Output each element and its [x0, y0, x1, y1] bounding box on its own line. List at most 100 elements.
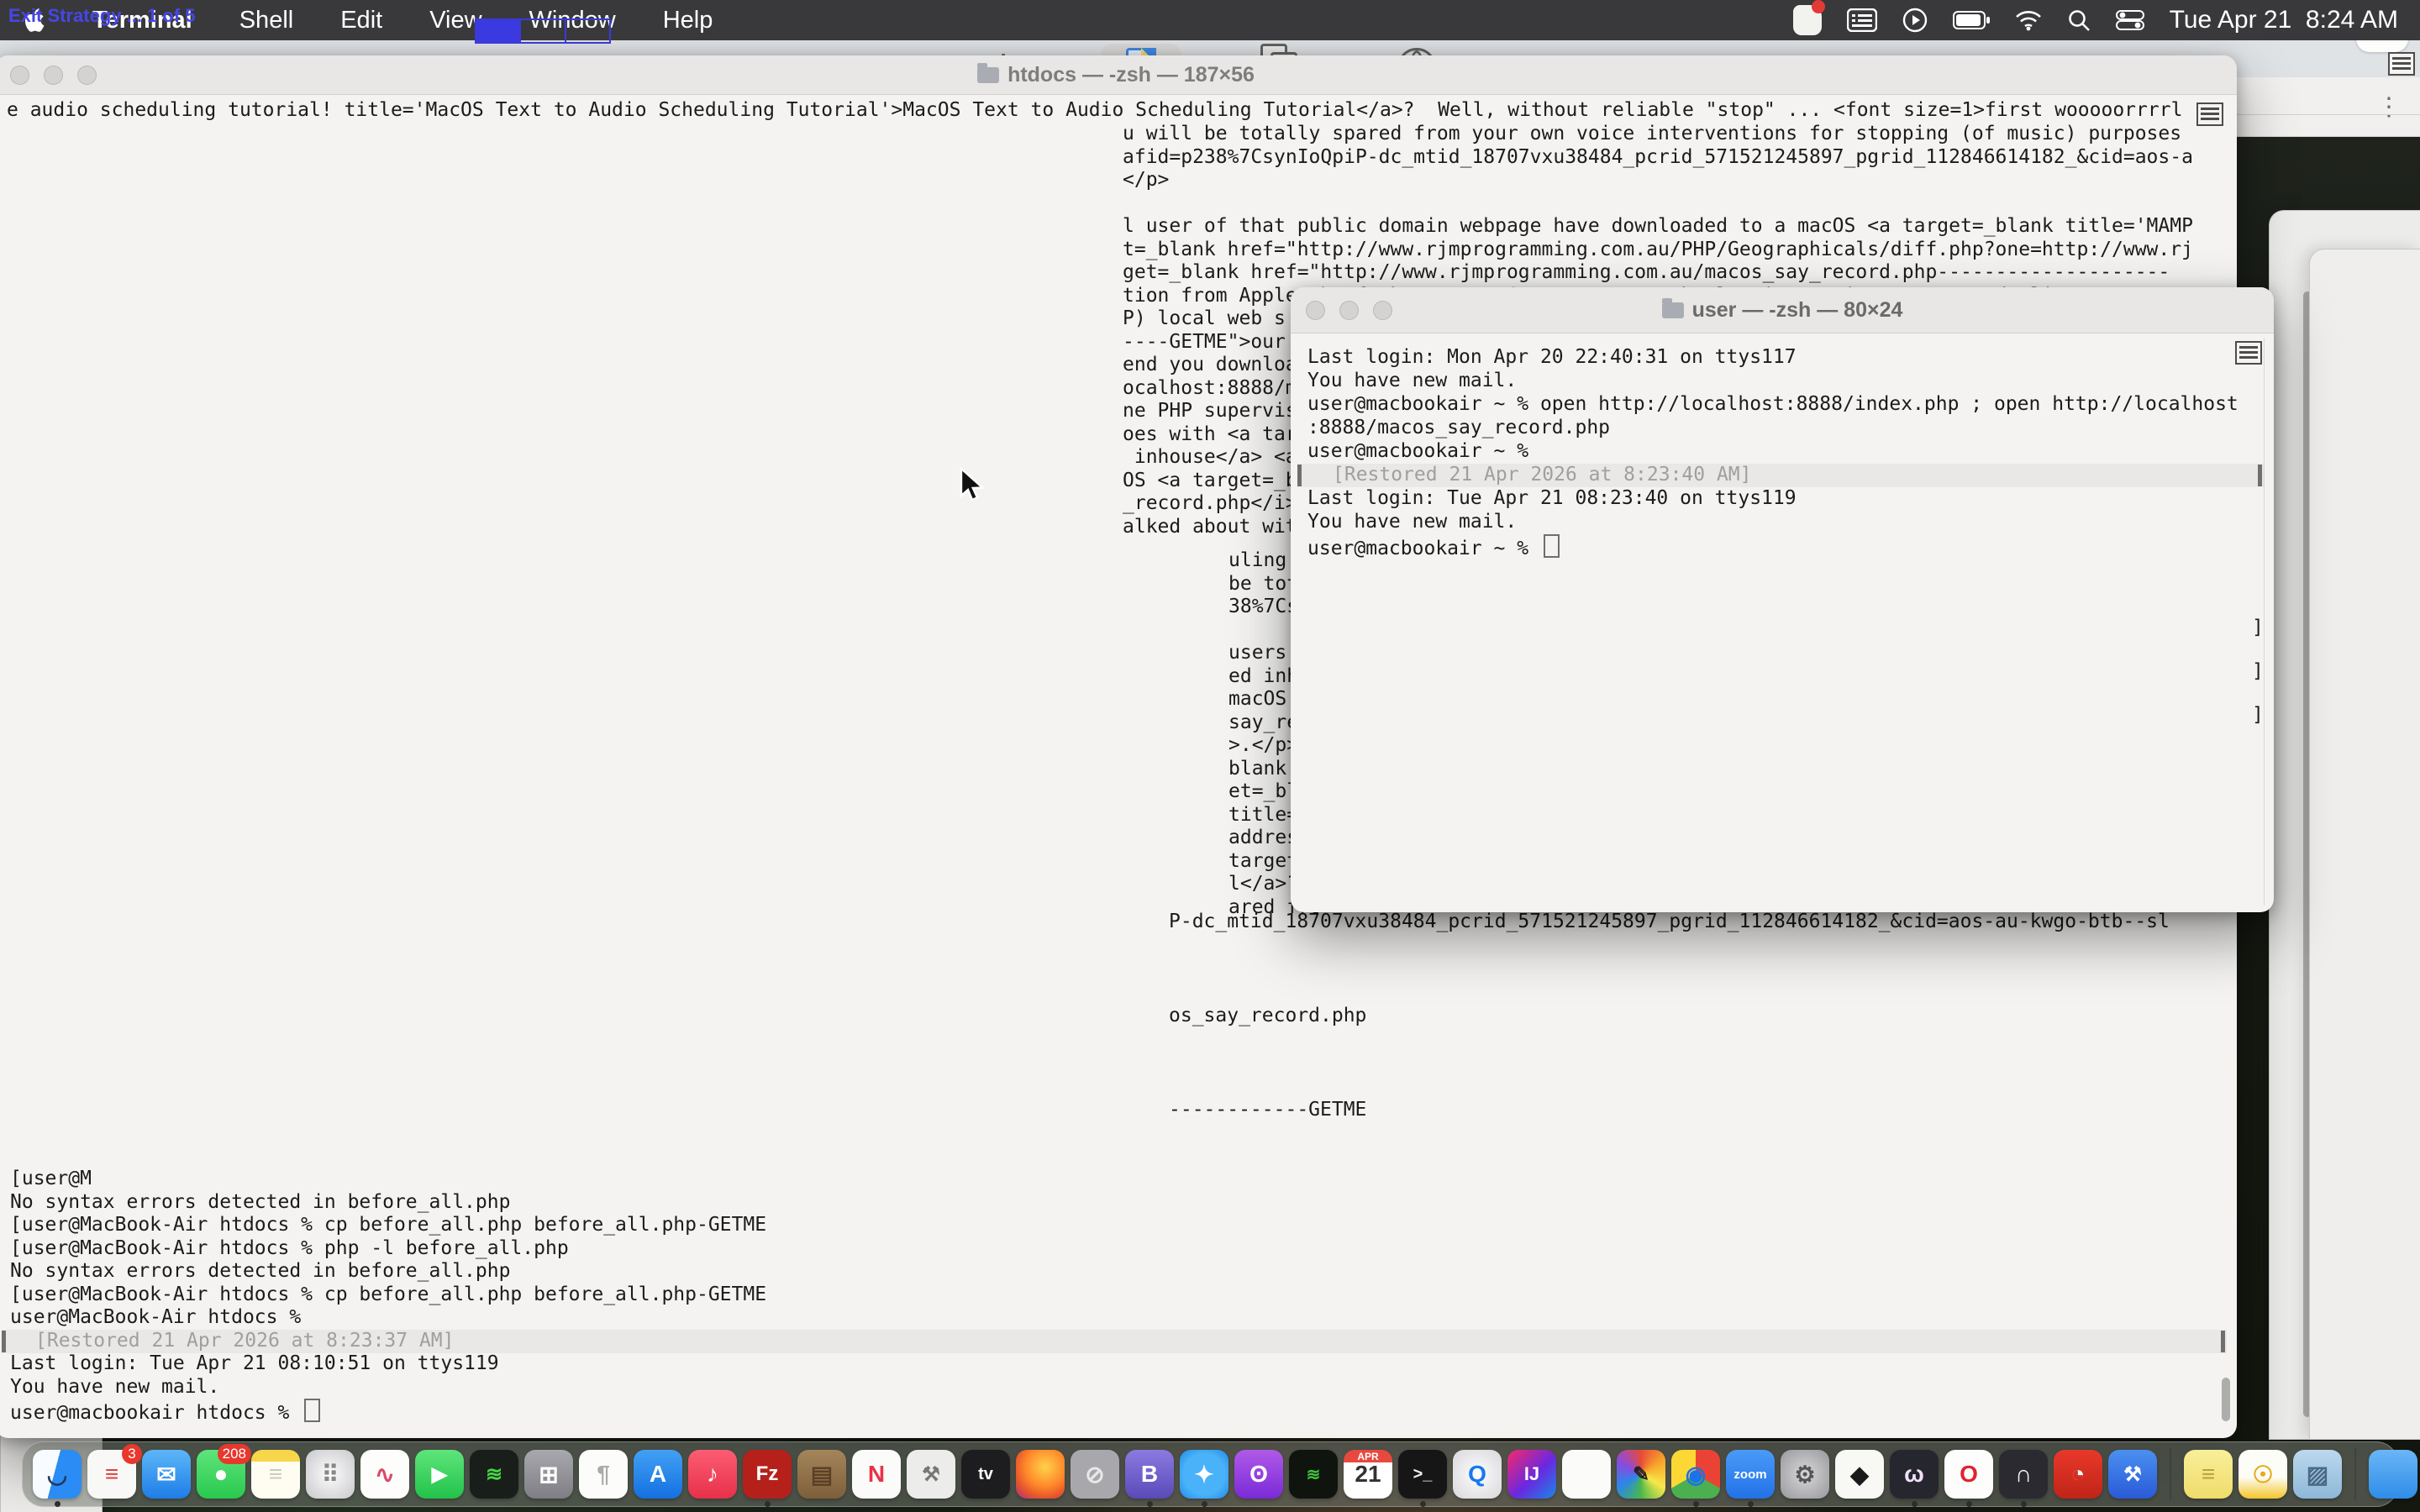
mouse-cursor: [960, 467, 988, 508]
window-title: htdocs — -zsh — 187×56: [1007, 63, 1255, 87]
menu-item-shell[interactable]: Shell: [216, 0, 318, 40]
dock-icon-firefox[interactable]: [1016, 1450, 1065, 1499]
menu-item-help[interactable]: Help: [639, 0, 737, 40]
folder-icon: [977, 67, 999, 83]
dock-icon-terminal[interactable]: ≋: [470, 1450, 518, 1499]
screen-artifact-box: [475, 18, 611, 44]
dock-icon-messages[interactable]: ●208: [197, 1450, 245, 1499]
user-titlebar[interactable]: user — -zsh — 80×24: [1291, 287, 2274, 333]
dock-icon-hammer-app[interactable]: ⚒: [2108, 1450, 2157, 1499]
running-indicator: [1966, 1501, 1972, 1507]
minimize-button[interactable]: [1339, 301, 1359, 320]
dock-icon-calculator[interactable]: ⊞: [524, 1450, 573, 1499]
terminal-line: l</a>?: [1228, 873, 1298, 895]
running-indicator: [1420, 1501, 1426, 1507]
terminal-line: Last login: Tue Apr 21 08:23:40 on ttys1…: [1307, 487, 1797, 510]
dock-icon-gauge-app[interactable]: ◔: [2054, 1450, 2102, 1499]
battery-icon[interactable]: [1953, 11, 1990, 29]
desktop: + ∨ ⋮ ]]] ]]]]]] htdocs — -zsh — 187×56 …: [0, 0, 2420, 1512]
terminal-line: t=_blank href="http://www.rjmprogramming…: [1123, 239, 2193, 261]
terminal-line: user@macbookair htdocs %: [10, 1399, 320, 1425]
htdocs-titlebar[interactable]: htdocs — -zsh — 187×56: [0, 55, 2237, 95]
running-indicator: [1202, 1501, 1207, 1507]
dock-icon-filezilla[interactable]: Fz: [743, 1450, 792, 1499]
dock-icon-chrome[interactable]: ◉: [1671, 1450, 1720, 1499]
dock-icon-lightbulb-app[interactable]: ☉: [2238, 1450, 2287, 1499]
terminal-line: Last login: Tue Apr 21 08:10:51 on ttys1…: [10, 1352, 499, 1375]
dock-icon-bbedit[interactable]: B: [1125, 1450, 1174, 1499]
close-button[interactable]: [10, 66, 29, 85]
dock-icon-stickies[interactable]: ≡: [2184, 1450, 2233, 1499]
scrollbar[interactable]: [2222, 1378, 2230, 1421]
terminal-line: >.</p>: [1228, 734, 1298, 757]
dock-icon-dictionary[interactable]: ▤: [797, 1450, 846, 1499]
dock-icon-terminal-prompt[interactable]: >_: [1398, 1450, 1447, 1499]
dock-icon-music[interactable]: ♪: [688, 1450, 737, 1499]
terminal-line: oes with <a tar: [1123, 423, 1297, 446]
dock-icon-textedit[interactable]: ¶: [579, 1450, 628, 1499]
dock-icon-mail[interactable]: ✉: [142, 1450, 191, 1499]
dock-icon-cat-app[interactable]: ω: [1890, 1450, 1939, 1499]
dock-icon-system-settings[interactable]: ⚙: [1781, 1450, 1829, 1499]
calendar-month-label: APR: [1344, 1451, 1392, 1462]
zoom-button[interactable]: [77, 66, 97, 85]
background-terminal-window-2[interactable]: [2309, 249, 2420, 1440]
dock-icon-tooth-app[interactable]: ∩: [1999, 1450, 2048, 1499]
wifi-icon[interactable]: [2015, 9, 2042, 31]
running-indicator: [2021, 1501, 2027, 1507]
menu-bar-clock[interactable]: Tue Apr 21 8:24 AM: [2170, 6, 2398, 34]
dock-icon-launchpad[interactable]: ⠿: [306, 1450, 355, 1499]
terminal-line: ne PHP supervis: [1123, 400, 1297, 423]
dock-icon-app-store[interactable]: A: [634, 1450, 682, 1499]
dock-icon-reminders[interactable]: ≡3: [87, 1450, 136, 1499]
dock-icon-facetime[interactable]: ▶: [415, 1450, 464, 1499]
terminal-line: ]: [2252, 660, 2264, 683]
dock-icon-news[interactable]: N: [852, 1450, 901, 1499]
dock-icon-safari[interactable]: ✦: [1180, 1450, 1228, 1499]
terminal-line: :8888/macos_say_record.php: [1307, 417, 1610, 439]
dock-icon-apple-tv[interactable]: tv: [961, 1450, 1010, 1499]
terminal-line: ocalhost:8888/m: [1123, 377, 1297, 400]
dock-icon-document[interactable]: [1562, 1450, 1611, 1499]
terminal-line: Last login: Mon Apr 20 22:40:31 on ttys1…: [1307, 346, 1797, 369]
dock-icon-intellij[interactable]: IJ: [1507, 1450, 1556, 1499]
close-button[interactable]: [1306, 301, 1325, 320]
dock-icon-freeform[interactable]: ∿: [360, 1450, 409, 1499]
terminal-line: [user@MacBook-Air htdocs % cp before_all…: [10, 1214, 766, 1236]
dock-icon-zoom[interactable]: zoom: [1726, 1450, 1775, 1499]
running-indicator: [1147, 1501, 1153, 1507]
marks-icon: [2196, 102, 2223, 126]
dock-icon-terminal-green[interactable]: ≋: [1289, 1450, 1338, 1499]
notification-badge: 208: [218, 1444, 251, 1464]
user-terminal-window[interactable]: user — -zsh — 80×24 Last login: Mon Apr …: [1291, 287, 2274, 912]
zoom-button[interactable]: [1373, 301, 1392, 320]
dock-icon-quicktime[interactable]: Q: [1453, 1450, 1502, 1499]
terminal-line: [Restored 21 Apr 2026 at 8:23:37 AM]: [2, 1330, 2227, 1353]
dock-icon-photos-stack[interactable]: ▨: [2293, 1450, 2342, 1499]
dock-icon-keychain[interactable]: ⚒: [907, 1450, 955, 1499]
dock-icon-art-palette[interactable]: ✎: [1617, 1450, 1665, 1499]
search-icon[interactable]: [2067, 8, 2091, 32]
terminal-line: [user@M: [10, 1168, 92, 1190]
dock-icon-podcasts[interactable]: ʘ: [1234, 1450, 1283, 1499]
dock-icon-blocked-app[interactable]: ⊘: [1071, 1450, 1119, 1499]
marks-icon: [2235, 341, 2262, 365]
play-circle-icon[interactable]: [1902, 8, 1928, 33]
minimize-button[interactable]: [44, 66, 63, 85]
running-indicator: [765, 1501, 771, 1507]
control-center-icon[interactable]: [2116, 9, 2144, 31]
terminal-line: ----GETME">our: [1123, 331, 1286, 354]
dock-icon-finder[interactable]: ◡: [33, 1450, 82, 1499]
dock-icon-calendar[interactable]: 21APR: [1344, 1450, 1392, 1499]
terminal-line: You have new mail.: [1307, 370, 1517, 392]
running-indicator: [1912, 1501, 1918, 1507]
dock-icon-opera[interactable]: O: [1944, 1450, 1993, 1499]
content-divider: [2264, 338, 2265, 906]
dock-icon-inkscape[interactable]: ◆: [1835, 1450, 1884, 1499]
menu-item-edit[interactable]: Edit: [317, 0, 406, 40]
folder-icon: [1662, 302, 1684, 318]
dock-icon-notes[interactable]: ≡: [251, 1450, 300, 1499]
dock-icon-downloads-folder[interactable]: [2369, 1450, 2417, 1499]
keyboard-panel-icon[interactable]: [1847, 8, 1877, 32]
menu-extra-app-icon[interactable]: [1793, 5, 1822, 35]
